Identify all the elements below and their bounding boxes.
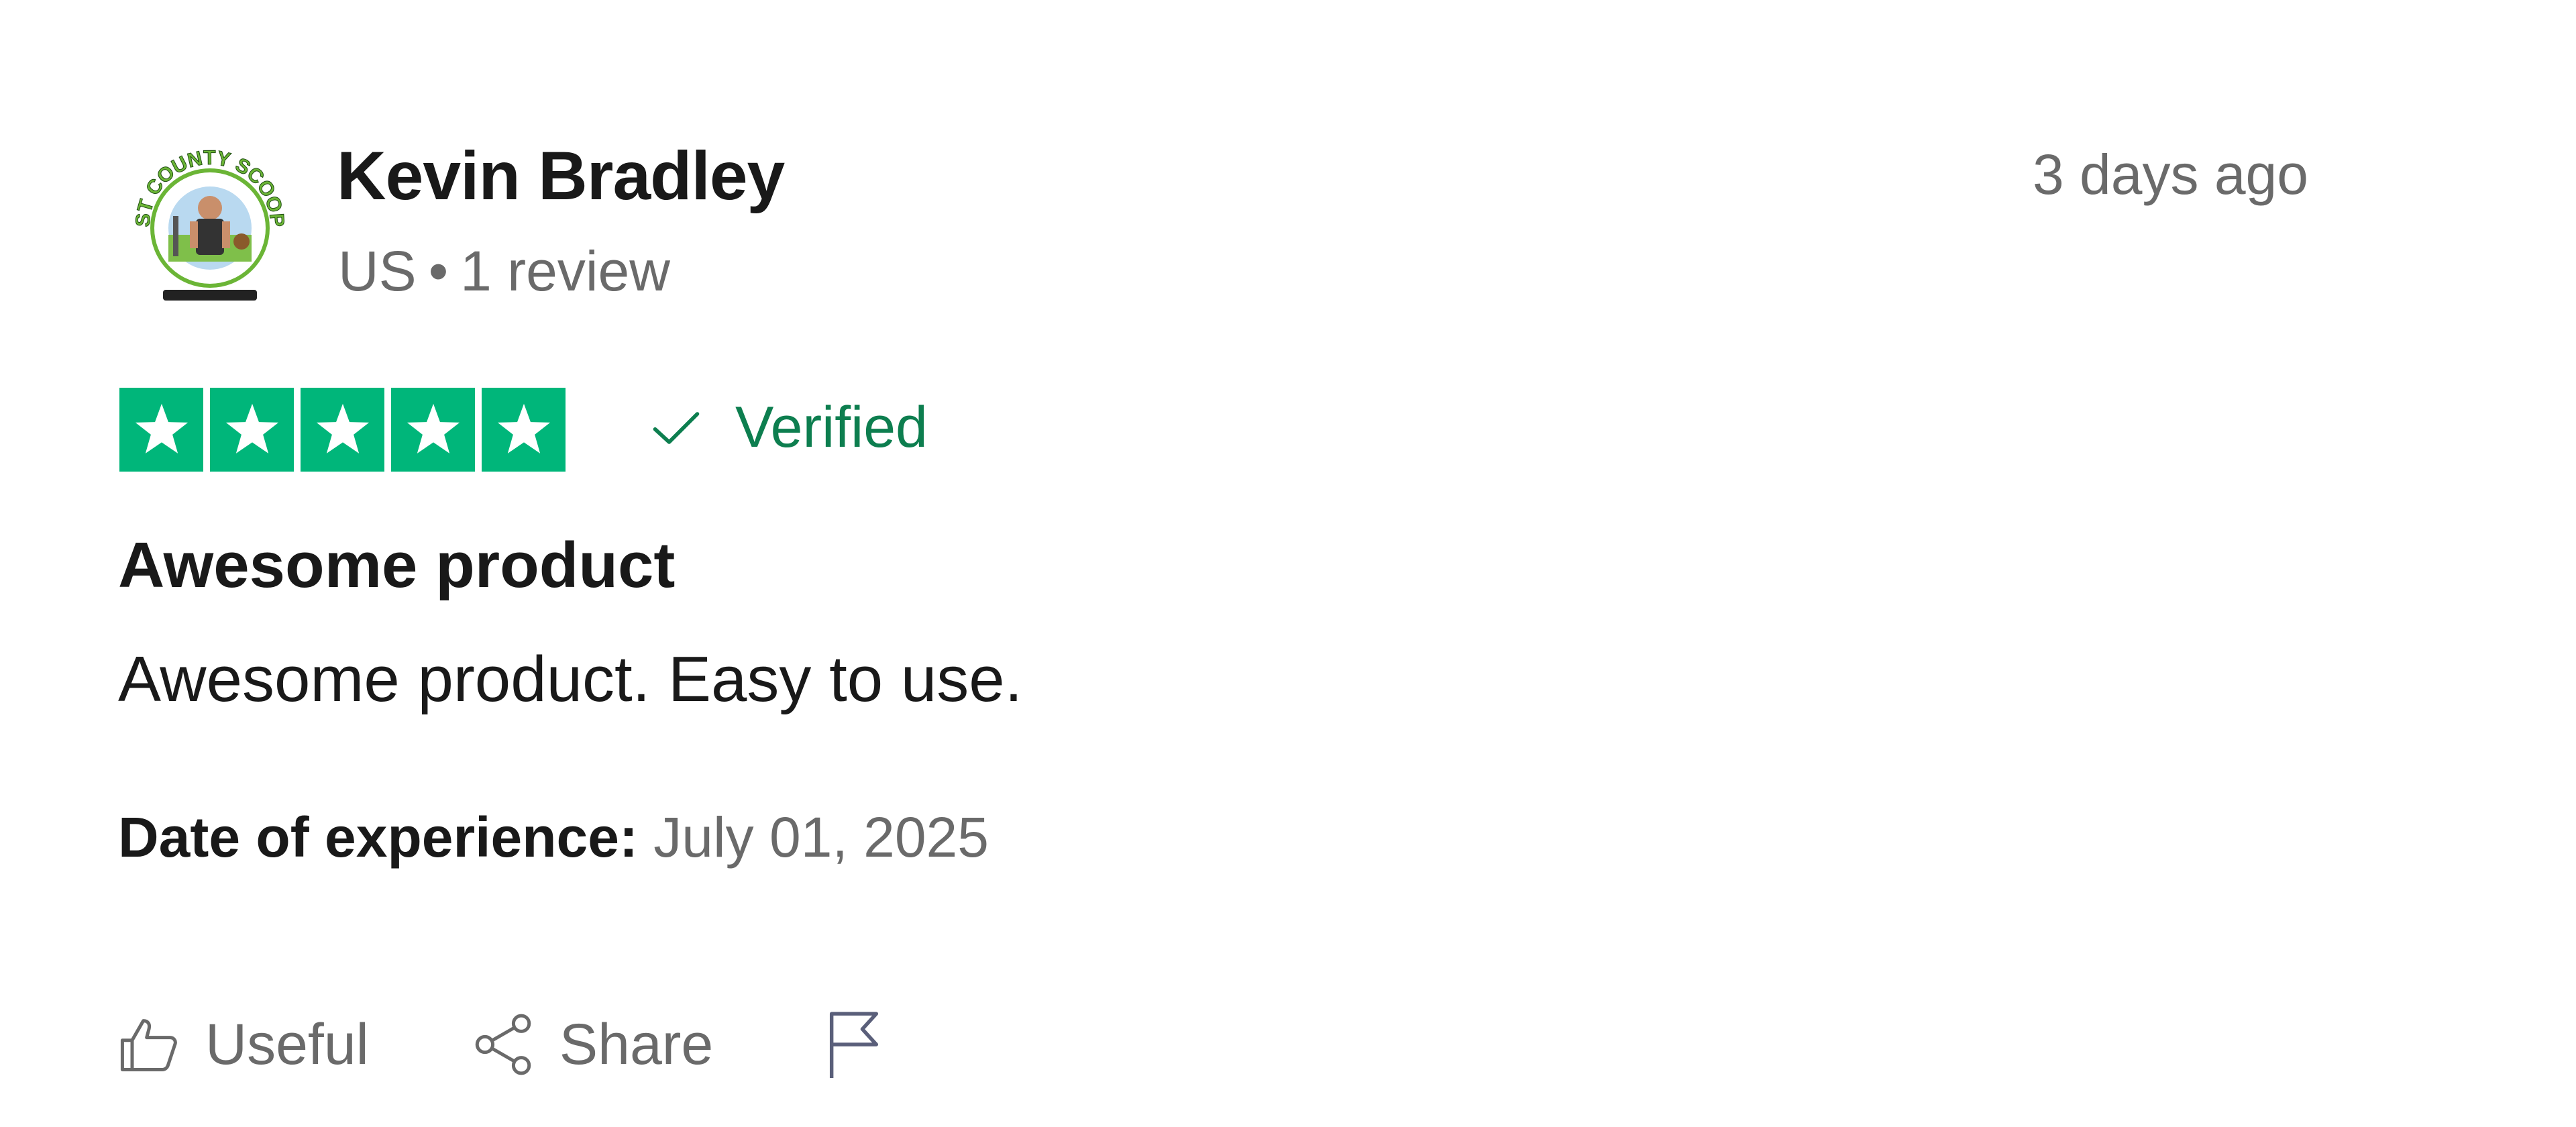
review-posted-time: 3 days ago bbox=[2033, 143, 2308, 206]
share-label: Share bbox=[559, 1012, 714, 1077]
review-body: Awesome product. Easy to use. bbox=[118, 643, 1023, 715]
experience-date: July 01, 2025 bbox=[653, 806, 989, 869]
reviewer-country: US bbox=[338, 239, 417, 303]
thumbs-up-icon bbox=[120, 1019, 177, 1071]
useful-button[interactable]: Useful bbox=[115, 1011, 369, 1078]
date-of-experience: Date of experience: July 01, 2025 bbox=[118, 805, 989, 870]
reviewer-meta: US • 1 review bbox=[338, 239, 670, 304]
flag-icon bbox=[830, 1012, 879, 1078]
company-logo-icon: EAST COUNTY SCOOPER bbox=[119, 123, 288, 301]
report-button[interactable] bbox=[820, 1008, 888, 1081]
experience-label: Date of experience: bbox=[118, 806, 638, 869]
star-icon bbox=[301, 388, 384, 472]
checkmark-icon bbox=[653, 411, 700, 444]
review-actions: Useful Share bbox=[115, 1008, 888, 1081]
review-title[interactable]: Awesome product bbox=[118, 529, 675, 602]
share-icon bbox=[475, 1014, 531, 1075]
star-icon bbox=[391, 388, 475, 472]
share-button[interactable]: Share bbox=[470, 1011, 714, 1078]
useful-label: Useful bbox=[205, 1012, 369, 1077]
star-icon bbox=[119, 388, 203, 472]
verified-label: Verified bbox=[735, 395, 928, 460]
verified-badge[interactable]: Verified bbox=[648, 394, 928, 461]
star-icon bbox=[482, 388, 566, 472]
reviewer-review-count[interactable]: 1 review bbox=[460, 239, 670, 303]
review-card: EAST COUNTY SCOOPER Kevin Bradley US•1 r… bbox=[0, 0, 2576, 1127]
meta-separator: • bbox=[428, 239, 449, 303]
reviewer-name[interactable]: Kevin Bradley bbox=[337, 137, 785, 215]
star-icon bbox=[210, 388, 294, 472]
reviewer-avatar[interactable]: EAST COUNTY SCOOPER bbox=[119, 123, 294, 322]
star-rating bbox=[119, 388, 566, 472]
